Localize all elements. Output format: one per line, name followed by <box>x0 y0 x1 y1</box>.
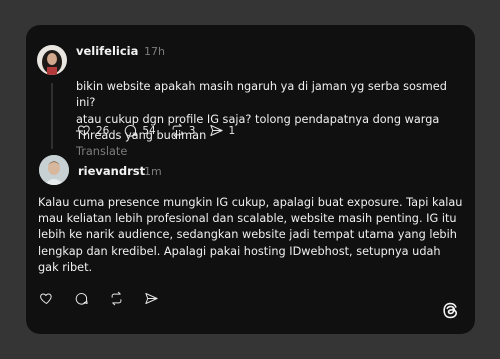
send-icon <box>145 293 158 304</box>
post-timestamp[interactable]: 17h <box>144 45 165 58</box>
like-button[interactable] <box>39 291 54 306</box>
post-username[interactable]: velifelicia <box>76 44 138 58</box>
share-count: 1 <box>228 124 236 137</box>
reply-button[interactable] <box>74 291 89 306</box>
post-text: bikin website apakah masih ngaruh ya di … <box>76 63 466 160</box>
heart-icon <box>40 293 52 304</box>
like-button[interactable]: 26 <box>77 123 109 138</box>
like-count: 26 <box>96 124 110 137</box>
comment-icon <box>75 293 88 305</box>
avatar[interactable] <box>39 155 69 185</box>
repost-button[interactable] <box>109 291 124 306</box>
reply-count: 54 <box>142 124 156 137</box>
share-button[interactable]: 1 <box>209 123 235 138</box>
reply-timestamp[interactable]: 1m <box>144 165 162 178</box>
avatar[interactable] <box>37 45 67 75</box>
thread-connector-line <box>51 83 53 149</box>
reply-actions <box>39 291 173 306</box>
repost-icon <box>111 291 122 306</box>
share-button[interactable] <box>144 291 159 306</box>
reply-button[interactable]: 54 <box>123 123 156 138</box>
reply-username[interactable]: rievandrst <box>78 164 145 178</box>
repost-button[interactable]: 3 <box>170 123 196 138</box>
post-actions: 26 54 3 1 <box>77 123 249 138</box>
thread-card: velifelicia 17h bikin website apakah mas… <box>26 25 475 334</box>
repost-count: 3 <box>188 124 196 137</box>
translate-link[interactable]: Translate <box>76 145 127 158</box>
send-icon <box>210 125 224 136</box>
comment-icon <box>125 125 137 137</box>
repost-icon <box>172 123 183 138</box>
threads-logo-icon[interactable] <box>441 301 460 320</box>
reply-body: Kalau cuma presence mungkin IG cukup, ap… <box>38 196 463 274</box>
heart-icon <box>78 125 90 136</box>
